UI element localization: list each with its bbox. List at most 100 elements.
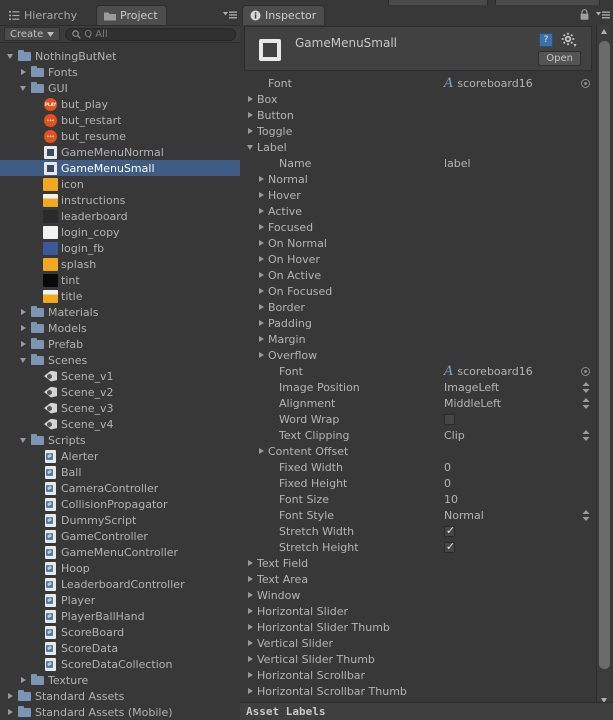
tree-item[interactable]: Scripts: [0, 432, 240, 448]
inspector-row[interactable]: Focused: [244, 219, 592, 235]
inspector-row[interactable]: Padding: [244, 315, 592, 331]
tree-item[interactable]: Standard Assets (Mobile): [0, 704, 240, 720]
inspector-row[interactable]: Fixed Width 0: [244, 459, 592, 475]
inspector-row[interactable]: Toggle: [244, 123, 592, 139]
disclosure-triangle-icon[interactable]: [258, 299, 268, 315]
disclosure-triangle-icon[interactable]: [247, 587, 257, 603]
tree-item[interactable]: GameMenuController: [0, 544, 240, 560]
tree-item[interactable]: Prefab: [0, 336, 240, 352]
disclosure-triangle-icon[interactable]: [19, 64, 30, 80]
disclosure-triangle-icon[interactable]: [258, 443, 268, 459]
inspector-tab-menu-icon[interactable]: [596, 10, 610, 20]
disclosure-triangle-icon[interactable]: [19, 672, 30, 688]
disclosure-triangle-icon[interactable]: [258, 251, 268, 267]
tree-item[interactable]: GameMenuSmall: [0, 160, 240, 176]
tree-item[interactable]: PLAY but_play: [0, 96, 240, 112]
tab-project[interactable]: Project: [96, 5, 167, 25]
disclosure-triangle-icon[interactable]: [247, 683, 257, 699]
object-picker-icon[interactable]: [581, 367, 590, 376]
inspector-row[interactable]: Vertical Slider Thumb: [244, 651, 592, 667]
property-value[interactable]: [444, 540, 456, 554]
checkbox[interactable]: [444, 413, 455, 425]
inspector-row[interactable]: Horizontal Scrollbar Thumb: [244, 683, 592, 699]
inspector-row[interactable]: Active: [244, 203, 592, 219]
inspector-row[interactable]: Horizontal Slider Thumb: [244, 619, 592, 635]
inspector-row[interactable]: Text Field: [244, 555, 592, 571]
property-value[interactable]: [444, 413, 455, 425]
inspector-row[interactable]: On Active: [244, 267, 592, 283]
object-picker-icon[interactable]: [581, 79, 590, 88]
tab-menu-icon[interactable]: [223, 10, 237, 20]
inspector-row[interactable]: On Normal: [244, 235, 592, 251]
lock-icon[interactable]: [580, 9, 589, 20]
inspector-row[interactable]: Text Area: [244, 571, 592, 587]
tree-item[interactable]: icon: [0, 176, 240, 192]
tree-item[interactable]: NothingButNet: [0, 48, 240, 64]
disclosure-triangle-icon[interactable]: [19, 80, 30, 96]
inspector-row[interactable]: Hover: [244, 187, 592, 203]
help-book-icon[interactable]: ?: [539, 33, 553, 47]
property-value[interactable]: Normal: [444, 509, 484, 522]
disclosure-triangle-icon[interactable]: [6, 48, 17, 64]
property-value[interactable]: MiddleLeft: [444, 397, 501, 410]
tree-item[interactable]: ScoreData: [0, 640, 240, 656]
disclosure-triangle-icon[interactable]: [247, 139, 257, 155]
tree-item[interactable]: Scene_v1: [0, 368, 240, 384]
tree-item[interactable]: Scene_v3: [0, 400, 240, 416]
inspector-row[interactable]: Alignment MiddleLeft: [244, 395, 592, 411]
tree-item[interactable]: login_copy: [0, 224, 240, 240]
inspector-row[interactable]: Label: [244, 139, 592, 155]
disclosure-triangle-icon[interactable]: [247, 635, 257, 651]
tree-item[interactable]: Alerter: [0, 448, 240, 464]
tree-item[interactable]: CameraController: [0, 480, 240, 496]
tree-item[interactable]: title: [0, 288, 240, 304]
inspector-row[interactable]: Window: [244, 587, 592, 603]
asset-labels-bar[interactable]: Asset Labels: [240, 702, 613, 720]
inspector-row[interactable]: Horizontal Slider: [244, 603, 592, 619]
inspector-row[interactable]: Font Size 10: [244, 491, 592, 507]
property-value[interactable]: ImageLeft: [444, 381, 499, 394]
project-tree[interactable]: NothingButNet Fonts GUI PLAY but_play ••• but_…: [0, 48, 240, 720]
tree-item[interactable]: Standard Assets: [0, 688, 240, 704]
inspector-row[interactable]: Word Wrap: [244, 411, 592, 427]
tree-item[interactable]: Scene_v4: [0, 416, 240, 432]
tree-item[interactable]: splash: [0, 256, 240, 272]
tree-item[interactable]: ScoreDataCollection: [0, 656, 240, 672]
scrollbar-thumb[interactable]: [599, 41, 610, 669]
inspector-row[interactable]: Horizontal Scrollbar: [244, 667, 592, 683]
property-value[interactable]: label: [444, 157, 471, 170]
inspector-properties[interactable]: Font Ascoreboard16 Box Button Toggle Label Nam…: [244, 75, 592, 705]
checkbox[interactable]: [444, 524, 456, 538]
disclosure-triangle-icon[interactable]: [247, 667, 257, 683]
dropdown-arrows-icon[interactable]: [582, 382, 590, 393]
gear-icon[interactable]: [561, 32, 577, 48]
tree-item[interactable]: Scene_v2: [0, 384, 240, 400]
inspector-row[interactable]: On Hover: [244, 251, 592, 267]
disclosure-triangle-icon[interactable]: [247, 651, 257, 667]
disclosure-triangle-icon[interactable]: [6, 688, 17, 704]
disclosure-triangle-icon[interactable]: [258, 315, 268, 331]
disclosure-triangle-icon[interactable]: [247, 123, 257, 139]
inspector-row[interactable]: Name label: [244, 155, 592, 171]
disclosure-triangle-icon[interactable]: [258, 235, 268, 251]
disclosure-triangle-icon[interactable]: [247, 555, 257, 571]
tree-item[interactable]: CollisionPropagator: [0, 496, 240, 512]
property-value[interactable]: Clip: [444, 429, 465, 442]
inspector-row[interactable]: Image Position ImageLeft: [244, 379, 592, 395]
tree-item[interactable]: DummyScript: [0, 512, 240, 528]
tree-item[interactable]: Hoop: [0, 560, 240, 576]
tree-item[interactable]: ScoreBoard: [0, 624, 240, 640]
inspector-row[interactable]: Border: [244, 299, 592, 315]
disclosure-triangle-icon[interactable]: [258, 219, 268, 235]
tree-item[interactable]: ••• but_restart: [0, 112, 240, 128]
inspector-row[interactable]: Font Ascoreboard16: [244, 363, 592, 379]
disclosure-triangle-icon[interactable]: [19, 432, 30, 448]
tree-item[interactable]: tint: [0, 272, 240, 288]
disclosure-triangle-icon[interactable]: [258, 171, 268, 187]
tree-item[interactable]: login_fb: [0, 240, 240, 256]
inspector-row[interactable]: Content Offset: [244, 443, 592, 459]
property-value[interactable]: [444, 524, 456, 538]
inspector-scrollbar[interactable]: [596, 25, 611, 707]
inspector-row[interactable]: Vertical Slider: [244, 635, 592, 651]
tree-item[interactable]: Models: [0, 320, 240, 336]
